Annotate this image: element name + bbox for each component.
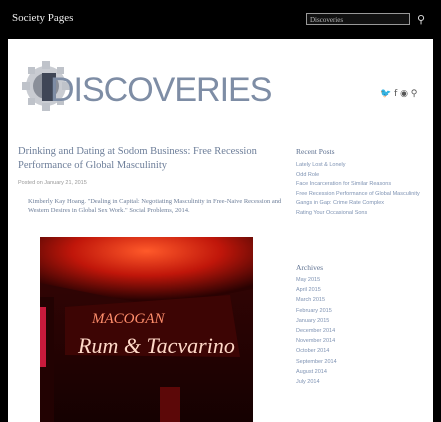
search-input[interactable]: Discoveries — [306, 13, 410, 25]
top-bar: Society Pages Discoveries ⚲ — [0, 0, 441, 39]
archives-heading: Archives — [296, 263, 324, 272]
post-photo: MACOGAN Rum & Tacvarino — [40, 237, 253, 422]
neon-top-text: MACOGAN — [91, 311, 165, 327]
logo-wordmark: DISCOVERIES — [50, 71, 272, 109]
neon-main-text: Rum & Tacvarino — [77, 333, 235, 358]
post-title[interactable]: Drinking and Dating at Sodom Business: F… — [18, 145, 293, 173]
archive-link[interactable]: November 2014 — [296, 338, 426, 345]
archive-link[interactable]: September 2014 — [296, 359, 426, 366]
archive-link[interactable]: July 2014 — [296, 379, 426, 386]
recent-posts-heading: Recent Posts — [296, 147, 335, 156]
archive-link[interactable]: March 2015 — [296, 297, 426, 304]
magnifier-icon[interactable]: ⚲ — [413, 12, 429, 28]
archive-link[interactable]: December 2014 — [296, 328, 426, 335]
post-citation: Kimberly Kay Hoang. "Dealing in Capital:… — [28, 198, 282, 214]
site-logo[interactable]: DISCOVERIES — [22, 57, 272, 117]
post-date: Posted on January 21, 2015 — [18, 180, 87, 186]
neon-sign-image: MACOGAN Rum & Tacvarino — [40, 237, 253, 422]
archive-link[interactable]: April 2015 — [296, 287, 426, 294]
site-brand[interactable]: Society Pages — [12, 12, 73, 24]
recent-post-link[interactable]: Free Recession Performance of Global Mas… — [296, 191, 426, 199]
recent-posts: Recent Posts Lately Lost & Lonely Odd Ro… — [296, 147, 426, 219]
archives: Archives May 2015 April 2015 March 2015 … — [296, 263, 426, 389]
page-frame: DISCOVERIES 🐦 f ◉ ⚲ Drinking and Dating … — [8, 39, 433, 422]
archive-link[interactable]: February 2015 — [296, 308, 426, 315]
recent-post-link[interactable]: Rating Your Occasional Sons — [296, 210, 426, 218]
archive-link[interactable]: May 2015 — [296, 277, 426, 284]
archive-link[interactable]: January 2015 — [296, 318, 426, 325]
recent-post-link[interactable]: Face Incarceration for Similar Reasons — [296, 181, 426, 189]
archive-link[interactable]: October 2014 — [296, 348, 426, 355]
recent-post-link[interactable]: Gangs in Gap: Crime Rate Complex — [296, 200, 426, 208]
archive-link[interactable]: August 2014 — [296, 369, 426, 376]
social-links[interactable]: 🐦 f ◉ ⚲ — [380, 89, 417, 99]
recent-post-link[interactable]: Lately Lost & Lonely — [296, 162, 426, 170]
recent-post-link[interactable]: Odd Role — [296, 172, 426, 180]
